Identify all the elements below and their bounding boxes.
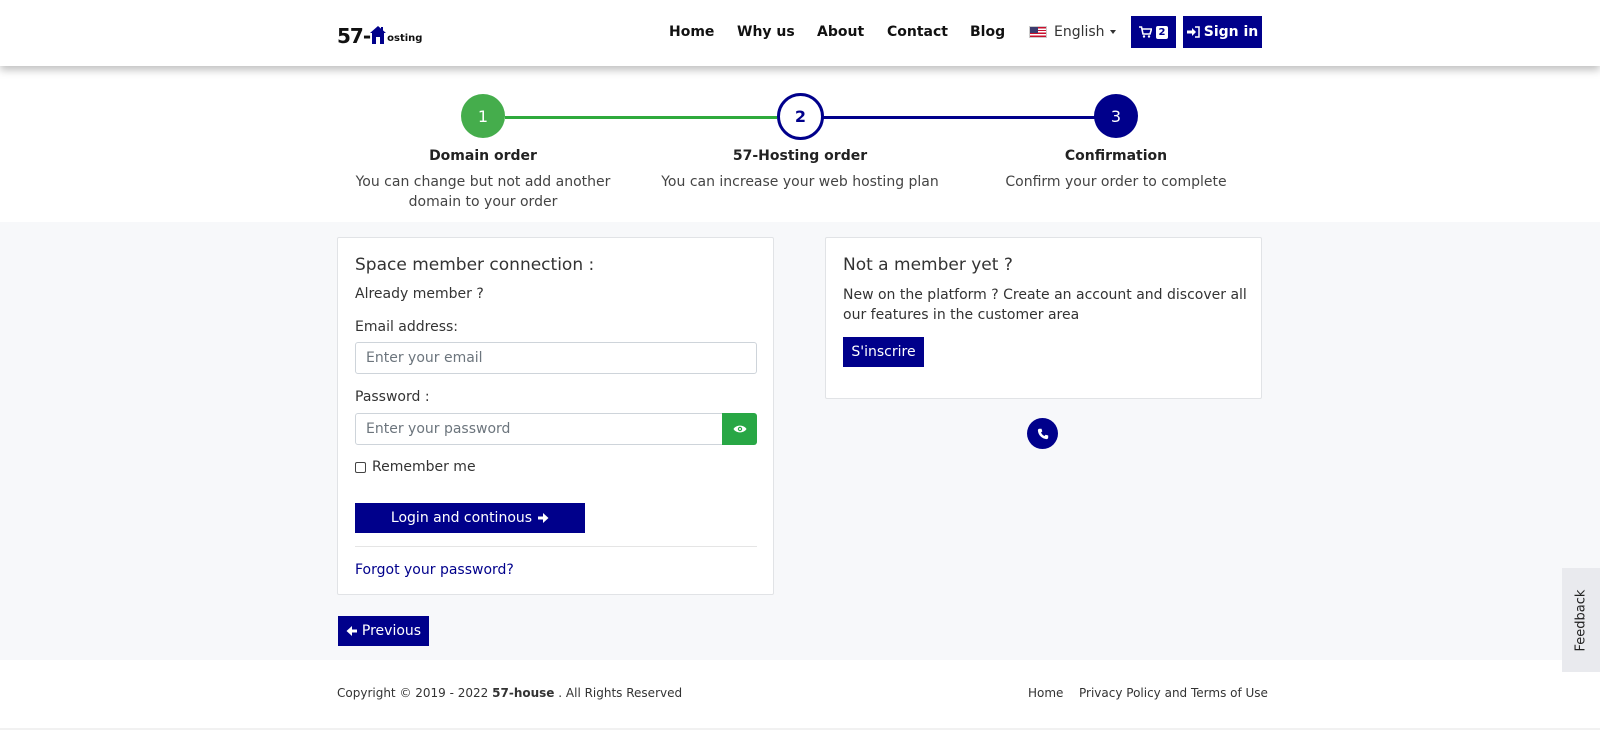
sign-in-label: Sign in <box>1203 24 1259 40</box>
already-member-text: Already member ? <box>355 286 484 302</box>
caret-down-icon <box>1109 30 1116 34</box>
step-connector-1 <box>505 116 777 119</box>
eye-icon <box>733 425 746 433</box>
remember-me-checkbox[interactable] <box>355 462 366 473</box>
sign-in-button[interactable]: Sign in <box>1183 16 1262 48</box>
step-2-title: 57-Hosting order <box>732 148 868 164</box>
login-title: Space member connection : <box>355 255 595 275</box>
phone-button[interactable] <box>1027 418 1058 449</box>
logo-word: osting <box>387 33 423 44</box>
password-input[interactable] <box>355 413 723 445</box>
password-label: Password : <box>355 389 430 405</box>
nav-contact[interactable]: Contact <box>887 24 948 40</box>
arrow-right-icon <box>538 513 549 523</box>
nav-home[interactable]: Home <box>669 24 714 40</box>
sign-in-icon <box>1186 26 1200 38</box>
previous-label: Previous <box>361 623 422 639</box>
cart-count-badge: 2 <box>1155 25 1169 39</box>
site-footer: Copyright © 2019 - 2022 57-house . All R… <box>0 660 1600 730</box>
step-3-description: Confirm your order to complete <box>1005 174 1227 190</box>
nav-why-us[interactable]: Why us <box>737 24 795 40</box>
email-input[interactable] <box>355 342 757 374</box>
login-divider <box>355 546 757 547</box>
previous-button[interactable]: Previous <box>338 616 429 646</box>
us-flag-icon <box>1029 26 1047 38</box>
main-content: Space member connection : Already member… <box>0 222 1600 660</box>
arrow-left-icon <box>346 626 357 636</box>
register-card: Not a member yet ? New on the platform ?… <box>825 237 1262 399</box>
login-continue-button[interactable]: Login and continous <box>355 503 585 533</box>
step-connector-2 <box>822 116 1096 119</box>
register-text: New on the platform ? Create an account … <box>843 287 1247 323</box>
remember-me-label: Remember me <box>372 459 476 475</box>
toggle-password-button[interactable] <box>722 413 757 445</box>
register-button[interactable]: S'inscrire <box>843 337 924 367</box>
email-label: Email address: <box>355 319 459 335</box>
step-1-title: Domain order <box>429 148 537 164</box>
feedback-label: Feedback <box>1573 589 1589 651</box>
site-header: 57- osting Home Why us About Contact Blo… <box>0 0 1600 66</box>
copyright-prefix: Copyright © 2019 - 2022 <box>337 686 489 700</box>
nav-blog[interactable]: Blog <box>970 24 1005 40</box>
feedback-tab[interactable]: Feedback <box>1562 568 1600 672</box>
step-1-description: You can change but not add another domai… <box>355 174 611 210</box>
site-logo[interactable]: 57- osting <box>337 18 422 46</box>
step-2-description: You can increase your web hosting plan <box>661 174 939 190</box>
copyright-brand: 57-house <box>492 686 555 700</box>
order-stepper: 1 2 3 Domain order 57-Hosting order Conf… <box>0 66 1600 222</box>
language-selector[interactable]: English <box>1029 24 1116 40</box>
login-card: Space member connection : Already member… <box>337 237 774 595</box>
step-3-title: Confirmation <box>1064 148 1168 164</box>
login-continue-label: Login and continous <box>390 510 533 526</box>
register-title: Not a member yet ? <box>843 255 1013 275</box>
copyright-suffix: . All Rights Reserved <box>558 686 683 700</box>
language-label: English <box>1054 24 1105 40</box>
step-2-circle: 2 <box>777 93 824 140</box>
logo-number: 57- <box>337 24 371 48</box>
footer-home-link[interactable]: Home <box>1028 686 1063 700</box>
copyright-text: Copyright © 2019 - 2022 57-house . All R… <box>337 686 682 700</box>
house-icon <box>370 26 387 44</box>
step-1-circle: 1 <box>461 94 505 138</box>
nav-about[interactable]: About <box>817 24 864 40</box>
cart-icon <box>1138 26 1152 38</box>
footer-privacy-link[interactable]: Privacy Policy and Terms of Use <box>1079 686 1268 700</box>
phone-icon <box>1037 428 1048 439</box>
cart-button[interactable]: 2 <box>1131 16 1176 48</box>
forgot-password-link[interactable]: Forgot your password? <box>355 562 514 578</box>
step-3-circle: 3 <box>1094 94 1138 138</box>
